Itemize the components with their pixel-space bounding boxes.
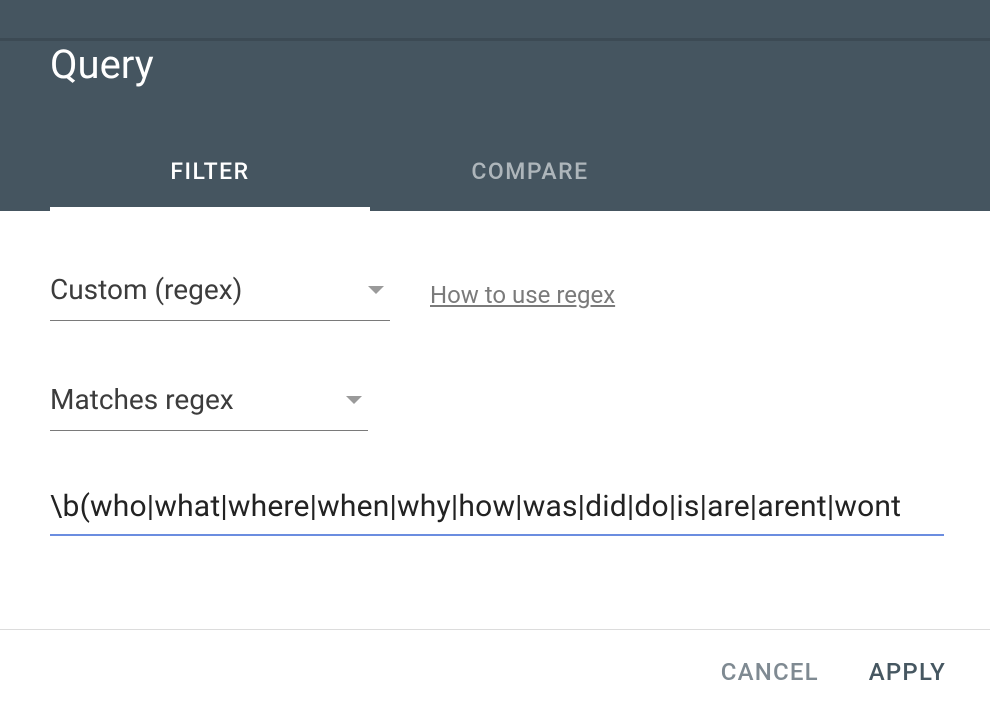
dialog-header: Query FILTER COMPARE [0, 0, 990, 211]
tabs: FILTER COMPARE [0, 136, 990, 211]
tab-compare[interactable]: COMPARE [370, 136, 690, 211]
dialog-title: Query [0, 41, 990, 136]
filter-type-select[interactable]: Custom (regex) [50, 269, 390, 321]
chevron-down-icon [346, 396, 362, 404]
match-type-select[interactable]: Matches regex [50, 379, 368, 431]
filter-content: Custom (regex) How to use regex Matches … [0, 211, 990, 586]
regex-help-link[interactable]: How to use regex [430, 281, 615, 309]
regex-input-wrap [50, 489, 944, 536]
dialog-footer: CANCEL APPLY [0, 629, 990, 714]
regex-input[interactable] [50, 489, 944, 524]
tab-filter[interactable]: FILTER [50, 136, 370, 211]
filter-type-label: Custom (regex) [50, 273, 242, 306]
cancel-button[interactable]: CANCEL [721, 658, 819, 686]
match-type-label: Matches regex [50, 383, 234, 416]
chevron-down-icon [368, 286, 384, 294]
apply-button[interactable]: APPLY [869, 658, 946, 686]
